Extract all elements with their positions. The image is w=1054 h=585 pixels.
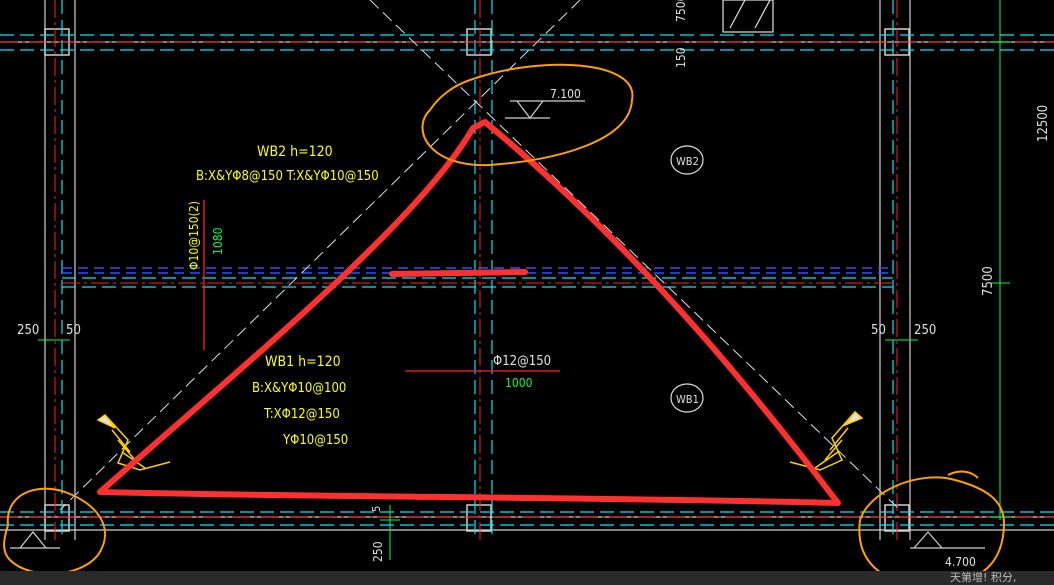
elevation-bottom-label: 4.700	[945, 555, 976, 569]
wb2-tag: WB2	[676, 155, 699, 168]
slab-tag-circles	[670, 145, 704, 413]
elevation-top-label: 7.100	[550, 87, 581, 101]
wb1-rebar-top: T:XΦ12@150	[263, 407, 340, 422]
elevation-marker-top	[505, 100, 585, 119]
wb2-rebar: B:X&YΦ8@150 T:X&YΦ10@150	[196, 169, 379, 184]
wb2-title: WB2 h=120	[257, 144, 333, 160]
left-rebar-length: 1080	[211, 227, 225, 255]
dim-250-left: 250	[17, 323, 39, 338]
wb1-tag: WB1	[676, 393, 699, 406]
rebar-lines	[203, 200, 560, 372]
column-squares	[44, 28, 910, 532]
elevation-marker-bottom	[10, 531, 985, 549]
dim-50-right: 50	[871, 323, 886, 338]
section-hatch-right	[789, 410, 864, 471]
wb1-title: WB1 h=120	[265, 354, 341, 370]
dim-7500-right: 7500	[981, 266, 996, 296]
wb1-rebar-y: YΦ10@150	[282, 433, 348, 448]
dim-250-bottom: 250	[371, 541, 385, 562]
dim-150-top: 150	[674, 47, 688, 68]
markup-orange-ellipses	[3, 63, 1006, 585]
dim-250-right: 250	[914, 323, 936, 338]
dim-12500: 12500	[1036, 105, 1051, 142]
dim-5: 5	[370, 506, 383, 512]
dim-50-left: 50	[66, 323, 81, 338]
bottom-status-strip: 天第增! 积分,	[0, 571, 1054, 585]
left-vertical-rebar-label: Φ10@150(2)	[187, 201, 201, 270]
mid-rebar-label: Φ12@150	[493, 354, 551, 369]
window-glyph	[722, 0, 774, 33]
dim-7500-top: 7500	[674, 0, 688, 22]
drawing-canvas: 7.100 4.700 WB2 h=120 B:X&YΦ8@150 T:X&YΦ…	[0, 0, 1054, 585]
wb1-rebar-bottom: B:X&YΦ10@100	[252, 381, 346, 396]
mid-rebar-length: 1000	[505, 376, 533, 390]
footer-text: 天第增! 积分,	[950, 571, 1017, 584]
